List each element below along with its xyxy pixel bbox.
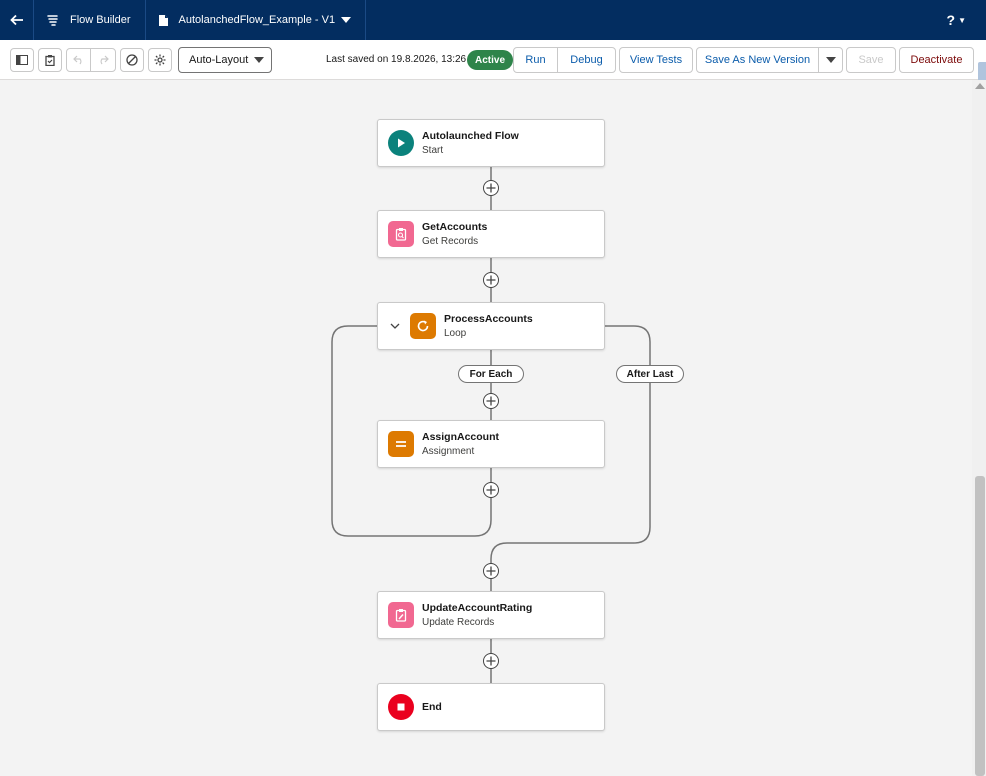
plus-icon	[486, 183, 496, 193]
node-title: AssignAccount	[422, 431, 500, 443]
chevron-down-icon: ▼	[958, 15, 966, 25]
process-accounts-node[interactable]: ProcessAccounts Loop	[377, 302, 605, 350]
layout-select[interactable]: Auto-Layout	[178, 47, 272, 73]
plus-icon	[486, 566, 496, 576]
save-as-new-version-button[interactable]: Save As New Version	[696, 47, 819, 73]
start-node[interactable]: Autolaunched Flow Start	[377, 119, 605, 167]
flow-canvas[interactable]: Autolaunched Flow Start GetAccounts Get …	[0, 80, 972, 776]
app-name: Flow Builder	[70, 14, 131, 26]
status-badge: Active	[467, 50, 514, 70]
add-element-button[interactable]	[483, 393, 499, 409]
run-button[interactable]: Run	[513, 47, 558, 73]
get-accounts-node[interactable]: GetAccounts Get Records	[377, 210, 605, 258]
add-element-button[interactable]	[483, 180, 499, 196]
help-label: ?	[946, 12, 956, 28]
loop-icon	[410, 313, 436, 339]
plus-icon	[486, 485, 496, 495]
add-element-button[interactable]	[483, 272, 499, 288]
stop-icon	[388, 694, 414, 720]
plus-icon	[486, 275, 496, 285]
chevron-down-icon	[254, 57, 264, 63]
chevron-down-icon	[341, 16, 352, 23]
debug-button[interactable]: Debug	[557, 47, 616, 73]
plus-icon	[486, 656, 496, 666]
node-title: End	[422, 701, 442, 713]
node-title: GetAccounts	[422, 221, 488, 233]
get-records-icon	[388, 221, 414, 247]
plus-icon	[486, 396, 496, 406]
back-button[interactable]	[0, 0, 34, 40]
deactivate-button[interactable]: Deactivate	[899, 47, 974, 73]
settings-icon	[154, 54, 166, 66]
layout-select-value: Auto-Layout	[189, 54, 249, 66]
node-title: Autolaunched Flow	[422, 130, 519, 142]
back-arrow-icon	[9, 14, 23, 26]
help-menu[interactable]: ? ▼	[947, 0, 986, 40]
side-panel-tab[interactable]	[978, 62, 986, 82]
undo-button[interactable]	[67, 49, 91, 71]
document-icon	[158, 14, 168, 26]
scroll-up-arrow-icon[interactable]	[975, 83, 985, 89]
top-bar: Flow Builder AutolanchedFlow_Example - V…	[0, 0, 986, 40]
redo-icon	[100, 55, 109, 65]
node-subtitle: Get Records	[422, 236, 479, 247]
chevron-down-icon	[825, 57, 836, 63]
node-subtitle: Start	[422, 145, 444, 156]
node-title: ProcessAccounts	[444, 313, 533, 325]
collapse-chevron-icon[interactable]	[388, 323, 402, 329]
flow-name: AutolanchedFlow_Example - V1	[178, 14, 336, 26]
flow-icon	[47, 15, 58, 26]
node-subtitle: Assignment	[422, 446, 475, 457]
assignment-icon	[388, 431, 414, 457]
for-each-label: For Each	[458, 365, 524, 383]
node-subtitle: Loop	[444, 328, 467, 339]
undo-icon	[72, 55, 81, 65]
update-account-rating-node[interactable]: UpdateAccountRating Update Records	[377, 591, 605, 639]
settings-button[interactable]	[148, 48, 172, 72]
update-records-icon	[388, 602, 414, 628]
assign-account-node[interactable]: AssignAccount Assignment	[377, 420, 605, 468]
redo-button[interactable]	[91, 49, 115, 71]
after-last-label: After Last	[616, 365, 684, 383]
add-element-button[interactable]	[483, 482, 499, 498]
undo-redo-group	[66, 48, 116, 72]
save-button[interactable]: Save	[846, 47, 896, 73]
view-tests-button[interactable]: View Tests	[619, 47, 693, 73]
disable-button[interactable]	[120, 48, 144, 72]
end-node[interactable]: End	[377, 683, 605, 731]
app-title: Flow Builder	[34, 0, 146, 40]
scrollbar-thumb[interactable]	[975, 476, 985, 776]
checklist-button[interactable]	[38, 48, 62, 72]
panel-toggle-icon	[16, 55, 28, 65]
disable-icon	[126, 54, 138, 66]
add-element-button[interactable]	[483, 563, 499, 579]
node-subtitle: Update Records	[422, 617, 495, 628]
last-saved-text: Last saved on 19.8.2026, 13:26	[326, 54, 467, 65]
save-menu-button[interactable]	[818, 47, 843, 73]
toolbar: Auto-Layout Last saved on 19.8.2026, 13:…	[0, 40, 986, 80]
play-icon	[388, 130, 414, 156]
flow-name-menu[interactable]: AutolanchedFlow_Example - V1	[146, 0, 367, 40]
add-element-button[interactable]	[483, 653, 499, 669]
toggle-panel-button[interactable]	[10, 48, 34, 72]
checklist-icon	[45, 55, 55, 66]
node-title: UpdateAccountRating	[422, 602, 533, 614]
